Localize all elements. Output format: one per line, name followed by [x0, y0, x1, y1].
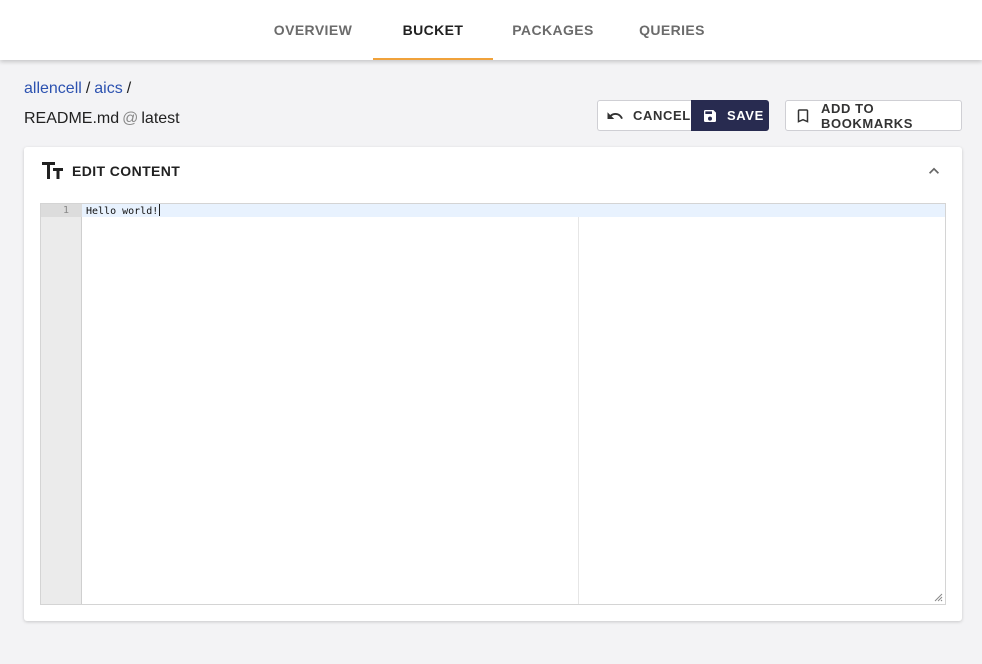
- chevron-up-icon[interactable]: [924, 161, 944, 181]
- bookmark-icon: [797, 108, 809, 123]
- tab-packages[interactable]: Packages: [506, 0, 600, 60]
- breadcrumb: allencell / aics /: [24, 80, 135, 98]
- tab-bucket[interactable]: Bucket: [373, 0, 493, 60]
- add-to-bookmarks-button[interactable]: Add to bookmarks: [785, 100, 962, 131]
- line-number: 1: [62, 205, 69, 216]
- breadcrumb-link-allencell[interactable]: allencell: [24, 80, 82, 97]
- edit-content-panel: Edit content 1 Hello world!: [24, 147, 962, 621]
- panel-title: Edit content: [72, 163, 181, 179]
- save-button[interactable]: Save: [691, 100, 769, 131]
- version-at-symbol: @: [122, 110, 139, 127]
- line-number-gutter: 1: [41, 204, 82, 604]
- file-version: latest: [141, 110, 180, 127]
- code-line[interactable]: Hello world!: [86, 204, 161, 217]
- panel-header[interactable]: Edit content: [24, 147, 962, 195]
- code-line-text: Hello world!: [86, 206, 159, 217]
- cancel-button-label: Cancel: [633, 108, 691, 123]
- active-line-highlight: [41, 204, 945, 217]
- breadcrumb-separator: /: [85, 80, 91, 97]
- tab-overview[interactable]: Overview: [267, 0, 359, 60]
- edit-actions: Cancel Save: [597, 100, 769, 131]
- tab-queries[interactable]: Queries: [633, 0, 711, 60]
- add-to-bookmarks-label: Add to bookmarks: [821, 100, 914, 131]
- save-icon: [704, 109, 716, 122]
- resize-handle-icon[interactable]: [934, 593, 943, 602]
- text-fields-icon: [42, 162, 63, 179]
- file-title: README.md @ latest: [24, 110, 180, 128]
- print-margin: [578, 217, 579, 604]
- text-cursor: [159, 204, 161, 216]
- file-name: README.md: [24, 110, 120, 127]
- cancel-button[interactable]: Cancel: [597, 100, 691, 131]
- undo-icon: [607, 111, 623, 119]
- top-navigation: Overview Bucket Packages Queries: [0, 0, 982, 60]
- code-editor[interactable]: 1 Hello world!: [40, 203, 946, 605]
- breadcrumb-separator: /: [126, 80, 132, 97]
- save-button-label: Save: [727, 108, 764, 123]
- breadcrumb-link-aics[interactable]: aics: [94, 80, 122, 97]
